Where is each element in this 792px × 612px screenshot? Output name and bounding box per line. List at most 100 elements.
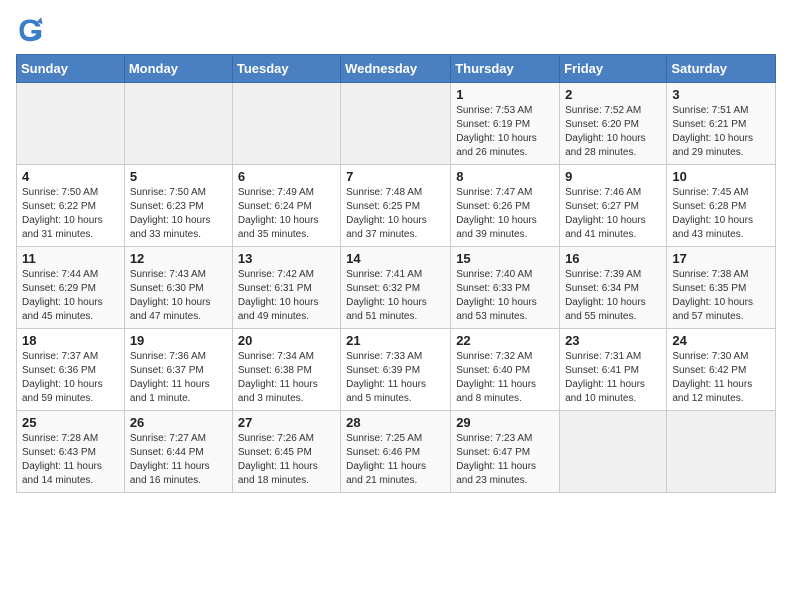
day-info: Sunrise: 7:45 AM Sunset: 6:28 PM Dayligh… (672, 186, 770, 242)
day-number: 24 (672, 333, 770, 348)
day-info: Sunrise: 7:37 AM Sunset: 6:36 PM Dayligh… (22, 350, 119, 406)
day-info: Sunrise: 7:53 AM Sunset: 6:19 PM Dayligh… (456, 104, 554, 160)
day-number: 8 (456, 169, 554, 184)
day-number: 3 (672, 87, 770, 102)
calendar-cell: 13 Sunrise: 7:42 AM Sunset: 6:31 PM Dayli… (232, 247, 340, 329)
calendar-cell: 26 Sunrise: 7:27 AM Sunset: 6:44 PM Dayli… (124, 411, 232, 493)
day-number: 5 (130, 169, 227, 184)
calendar-cell: 24 Sunrise: 7:30 AM Sunset: 6:42 PM Dayli… (667, 329, 776, 411)
day-info: Sunrise: 7:26 AM Sunset: 6:45 PM Dayligh… (238, 432, 335, 488)
calendar-cell: 2 Sunrise: 7:52 AM Sunset: 6:20 PM Daylig… (560, 83, 667, 165)
day-number: 28 (346, 415, 445, 430)
day-number: 26 (130, 415, 227, 430)
calendar-cell: 10Sunrise: 7:45 AM Sunset: 6:28 PM Dayli… (667, 165, 776, 247)
day-number: 19 (130, 333, 227, 348)
day-number: 22 (456, 333, 554, 348)
calendar-cell: 3Sunrise: 7:51 AM Sunset: 6:21 PM Daylig… (667, 83, 776, 165)
day-number: 2 (565, 87, 661, 102)
calendar-cell: 17 Sunrise: 7:38 AM Sunset: 6:35 PM Dayli… (667, 247, 776, 329)
day-number: 11 (22, 251, 119, 266)
calendar-cell: 29 Sunrise: 7:23 AM Sunset: 6:47 PM Dayli… (451, 411, 560, 493)
calendar-cell: 12Sunrise: 7:43 AM Sunset: 6:30 PM Dayli… (124, 247, 232, 329)
calendar-header-row: SundayMondayTuesdayWednesdayThursdayFrid… (17, 55, 776, 83)
day-info: Sunrise: 7:31 AM Sunset: 6:41 PM Dayligh… (565, 350, 661, 406)
calendar-cell: 21Sunrise: 7:33 AM Sunset: 6:39 PM Dayli… (341, 329, 451, 411)
day-info: Sunrise: 7:44 AM Sunset: 6:29 PM Dayligh… (22, 268, 119, 324)
day-info: Sunrise: 7:27 AM Sunset: 6:44 PM Dayligh… (130, 432, 227, 488)
day-number: 4 (22, 169, 119, 184)
calendar-col-header: Tuesday (232, 55, 340, 83)
calendar-cell: 25 Sunrise: 7:28 AM Sunset: 6:43 PM Dayli… (17, 411, 125, 493)
day-info: Sunrise: 7:50 AM Sunset: 6:22 PM Dayligh… (22, 186, 119, 242)
calendar-cell: 27 Sunrise: 7:26 AM Sunset: 6:45 PM Dayli… (232, 411, 340, 493)
calendar-cell: 11 Sunrise: 7:44 AM Sunset: 6:29 PM Dayli… (17, 247, 125, 329)
calendar-cell: 20 Sunrise: 7:34 AM Sunset: 6:38 PM Dayli… (232, 329, 340, 411)
day-info: Sunrise: 7:46 AM Sunset: 6:27 PM Dayligh… (565, 186, 661, 242)
day-number: 29 (456, 415, 554, 430)
calendar-week-row: 11 Sunrise: 7:44 AM Sunset: 6:29 PM Dayli… (17, 247, 776, 329)
day-number: 15 (456, 251, 554, 266)
day-info: Sunrise: 7:52 AM Sunset: 6:20 PM Dayligh… (565, 104, 661, 160)
day-number: 13 (238, 251, 335, 266)
day-info: Sunrise: 7:30 AM Sunset: 6:42 PM Dayligh… (672, 350, 770, 406)
day-info: Sunrise: 7:48 AM Sunset: 6:25 PM Dayligh… (346, 186, 445, 242)
calendar-cell: 15 Sunrise: 7:40 AM Sunset: 6:33 PM Dayli… (451, 247, 560, 329)
calendar-week-row: 18 Sunrise: 7:37 AM Sunset: 6:36 PM Dayli… (17, 329, 776, 411)
day-info: Sunrise: 7:49 AM Sunset: 6:24 PM Dayligh… (238, 186, 335, 242)
day-info: Sunrise: 7:23 AM Sunset: 6:47 PM Dayligh… (456, 432, 554, 488)
day-info: Sunrise: 7:32 AM Sunset: 6:40 PM Dayligh… (456, 350, 554, 406)
calendar-cell: 8 Sunrise: 7:47 AM Sunset: 6:26 PM Daylig… (451, 165, 560, 247)
day-info: Sunrise: 7:42 AM Sunset: 6:31 PM Dayligh… (238, 268, 335, 324)
day-info: Sunrise: 7:28 AM Sunset: 6:43 PM Dayligh… (22, 432, 119, 488)
day-number: 23 (565, 333, 661, 348)
day-number: 14 (346, 251, 445, 266)
logo (16, 16, 48, 44)
calendar-body: 1 Sunrise: 7:53 AM Sunset: 6:19 PM Daylig… (17, 83, 776, 493)
day-info: Sunrise: 7:34 AM Sunset: 6:38 PM Dayligh… (238, 350, 335, 406)
day-info: Sunrise: 7:39 AM Sunset: 6:34 PM Dayligh… (565, 268, 661, 324)
day-info: Sunrise: 7:36 AM Sunset: 6:37 PM Dayligh… (130, 350, 227, 406)
calendar-cell: 14 Sunrise: 7:41 AM Sunset: 6:32 PM Dayli… (341, 247, 451, 329)
logo-icon (16, 16, 44, 44)
calendar-col-header: Thursday (451, 55, 560, 83)
calendar-cell: 23 Sunrise: 7:31 AM Sunset: 6:41 PM Dayli… (560, 329, 667, 411)
day-info: Sunrise: 7:40 AM Sunset: 6:33 PM Dayligh… (456, 268, 554, 324)
calendar-cell: 9Sunrise: 7:46 AM Sunset: 6:27 PM Daylig… (560, 165, 667, 247)
calendar-cell (124, 83, 232, 165)
calendar-col-header: Sunday (17, 55, 125, 83)
day-info: Sunrise: 7:33 AM Sunset: 6:39 PM Dayligh… (346, 350, 445, 406)
day-number: 27 (238, 415, 335, 430)
calendar-table: SundayMondayTuesdayWednesdayThursdayFrid… (16, 54, 776, 493)
day-number: 12 (130, 251, 227, 266)
day-number: 1 (456, 87, 554, 102)
calendar-week-row: 4 Sunrise: 7:50 AM Sunset: 6:22 PM Daylig… (17, 165, 776, 247)
day-number: 18 (22, 333, 119, 348)
calendar-cell: 19 Sunrise: 7:36 AM Sunset: 6:37 PM Dayli… (124, 329, 232, 411)
calendar-cell: 6 Sunrise: 7:49 AM Sunset: 6:24 PM Daylig… (232, 165, 340, 247)
day-number: 25 (22, 415, 119, 430)
day-info: Sunrise: 7:25 AM Sunset: 6:46 PM Dayligh… (346, 432, 445, 488)
day-info: Sunrise: 7:41 AM Sunset: 6:32 PM Dayligh… (346, 268, 445, 324)
day-number: 16 (565, 251, 661, 266)
calendar-cell: 7 Sunrise: 7:48 AM Sunset: 6:25 PM Daylig… (341, 165, 451, 247)
calendar-col-header: Wednesday (341, 55, 451, 83)
page-header (16, 16, 776, 44)
calendar-cell (17, 83, 125, 165)
calendar-cell: 22 Sunrise: 7:32 AM Sunset: 6:40 PM Dayli… (451, 329, 560, 411)
calendar-cell: 1 Sunrise: 7:53 AM Sunset: 6:19 PM Daylig… (451, 83, 560, 165)
day-info: Sunrise: 7:47 AM Sunset: 6:26 PM Dayligh… (456, 186, 554, 242)
day-number: 7 (346, 169, 445, 184)
calendar-week-row: 1 Sunrise: 7:53 AM Sunset: 6:19 PM Daylig… (17, 83, 776, 165)
calendar-cell (232, 83, 340, 165)
day-info: Sunrise: 7:50 AM Sunset: 6:23 PM Dayligh… (130, 186, 227, 242)
day-number: 6 (238, 169, 335, 184)
calendar-week-row: 25 Sunrise: 7:28 AM Sunset: 6:43 PM Dayli… (17, 411, 776, 493)
day-number: 17 (672, 251, 770, 266)
calendar-cell: 5 Sunrise: 7:50 AM Sunset: 6:23 PM Daylig… (124, 165, 232, 247)
calendar-col-header: Saturday (667, 55, 776, 83)
day-number: 20 (238, 333, 335, 348)
day-info: Sunrise: 7:38 AM Sunset: 6:35 PM Dayligh… (672, 268, 770, 324)
calendar-cell (560, 411, 667, 493)
calendar-col-header: Monday (124, 55, 232, 83)
calendar-cell: 28 Sunrise: 7:25 AM Sunset: 6:46 PM Dayli… (341, 411, 451, 493)
